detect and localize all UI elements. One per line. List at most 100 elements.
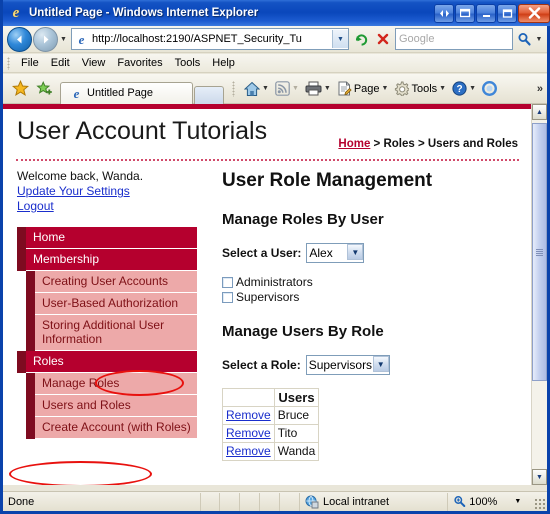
remove-link[interactable]: Remove: [226, 426, 271, 440]
back-button[interactable]: [7, 26, 32, 52]
maximize-button[interactable]: [497, 3, 517, 23]
address-dropdown-icon[interactable]: ▼: [332, 30, 348, 48]
page-caret-icon[interactable]: ▼: [382, 85, 389, 92]
sidebar-item-label: Membership: [26, 249, 197, 271]
sidebar-item-manage-roles[interactable]: Manage Roles: [17, 373, 197, 395]
page-label: Page: [353, 82, 380, 95]
zoom-control[interactable]: 100% ▼: [448, 493, 547, 511]
sidebar-item-label: Create Account (with Roles): [35, 417, 197, 439]
restore-window-button[interactable]: [455, 3, 475, 23]
checkbox-row-supervisors[interactable]: Supervisors: [222, 290, 522, 305]
menu-item-help[interactable]: Help: [206, 56, 241, 70]
svg-text:?: ?: [457, 84, 463, 95]
scrollbar-track[interactable]: [532, 120, 547, 469]
new-tab-button[interactable]: [194, 85, 224, 104]
feeds-button[interactable]: ▼: [272, 81, 302, 96]
tools-button[interactable]: Tools ▼: [391, 81, 449, 96]
table-header-users: Users: [273, 388, 320, 407]
menu-item-file[interactable]: File: [15, 56, 45, 70]
sidebar-item-roles[interactable]: Roles: [17, 351, 197, 373]
forward-button[interactable]: [33, 26, 58, 52]
search-dropdown-icon[interactable]: ▼: [535, 36, 543, 43]
status-slot-1: [201, 492, 221, 511]
scrollbar-grip-icon: [536, 248, 543, 256]
sidebar-item-user-based-authorization[interactable]: User-Based Authorization: [17, 293, 197, 315]
tools-label: Tools: [411, 82, 438, 95]
home-button[interactable]: ▼: [241, 81, 272, 97]
window-controls: [434, 3, 550, 23]
command-bar: e Untitled Page ▼ ▼ ▼ Page ▼ Tools ▼ ? ▼…: [3, 74, 547, 104]
search-box[interactable]: [395, 28, 513, 50]
sidebar-item-membership[interactable]: Membership: [17, 249, 197, 271]
scroll-down-button[interactable]: ▼: [532, 469, 547, 485]
search-input[interactable]: [396, 31, 512, 47]
address-input[interactable]: e http://localhost:2190/ASPNET_Security_…: [71, 28, 349, 50]
address-text: http://localhost:2190/ASPNET_Security_Tu: [92, 33, 302, 45]
stop-icon[interactable]: [372, 29, 393, 50]
sidebar-item-create-account-with-roles[interactable]: Create Account (with Roles): [17, 417, 197, 439]
refresh-icon[interactable]: [351, 29, 372, 50]
manage-roles-by-user-heading: Manage Roles By User: [222, 211, 384, 228]
scrollbar-thumb[interactable]: [532, 123, 547, 381]
add-to-favorites-icon[interactable]: [32, 77, 56, 101]
close-button[interactable]: [518, 3, 550, 23]
main-heading: User Role Management: [222, 170, 433, 191]
user-select[interactable]: Alex: [306, 243, 365, 263]
help-button[interactable]: ? ▼: [449, 81, 479, 96]
update-settings-link[interactable]: Update Your Settings: [17, 184, 197, 199]
history-dropdown-icon[interactable]: ▼: [58, 36, 69, 43]
checkbox-supervisors[interactable]: [222, 292, 233, 303]
restore-group-button[interactable]: [434, 3, 454, 23]
page-button[interactable]: Page ▼: [334, 81, 392, 96]
safety-button[interactable]: [479, 81, 500, 96]
zoom-caret-icon[interactable]: ▼: [514, 498, 521, 505]
select-role-label: Select a Role:: [222, 358, 301, 372]
command-overflow-icon[interactable]: »: [537, 83, 543, 95]
tools-caret-icon[interactable]: ▼: [439, 85, 446, 92]
title-bar: e Untitled Page - Windows Internet Explo…: [3, 0, 550, 26]
annotation-oval-remove-wanda: [9, 461, 152, 485]
welcome-message: Welcome back, Wanda.: [17, 169, 144, 183]
home-caret-icon[interactable]: ▼: [262, 85, 269, 92]
page-scrollbar[interactable]: ▲ ▼: [531, 104, 547, 485]
search-go-icon[interactable]: [513, 29, 535, 50]
breadcrumb-link-home[interactable]: Home: [338, 138, 370, 150]
menu-item-edit[interactable]: Edit: [45, 56, 76, 70]
help-caret-icon[interactable]: ▼: [469, 85, 476, 92]
table-row: Remove Bruce: [222, 406, 320, 425]
gear-icon: [395, 81, 410, 96]
checkbox-row-administrators[interactable]: Administrators: [222, 275, 522, 290]
remove-link[interactable]: Remove: [226, 444, 271, 458]
status-slot-2: [220, 492, 241, 511]
security-zone[interactable]: Local intranet: [300, 492, 449, 511]
tab-untitled-page[interactable]: e Untitled Page: [60, 81, 193, 104]
print-button[interactable]: ▼: [302, 81, 334, 96]
table-cell-user: Bruce: [273, 406, 320, 425]
menu-item-view[interactable]: View: [76, 56, 112, 70]
command-gripper-icon[interactable]: [232, 80, 235, 97]
checkbox-administrators[interactable]: [222, 277, 233, 288]
star-icon[interactable]: [8, 77, 32, 101]
table-header-action: [222, 388, 275, 407]
ie-logo-icon: e: [12, 5, 20, 21]
scroll-up-button[interactable]: ▲: [532, 104, 547, 120]
nav-accent-bar: [17, 249, 26, 271]
blue-circle-icon: [482, 81, 498, 96]
tab-strip: e Untitled Page: [60, 74, 224, 104]
sidebar-item-creating-user-accounts[interactable]: Creating User Accounts: [17, 271, 197, 293]
menu-gripper-icon[interactable]: [7, 56, 10, 70]
table-cell-user: Tito: [273, 424, 320, 443]
minimize-button[interactable]: [476, 3, 496, 23]
sidebar-item-users-and-roles[interactable]: Users and Roles: [17, 395, 197, 417]
home-icon: [244, 81, 260, 96]
remove-link[interactable]: Remove: [226, 408, 271, 422]
logout-link[interactable]: Logout: [17, 199, 197, 214]
resize-grip-icon[interactable]: [534, 498, 546, 510]
menu-item-tools[interactable]: Tools: [169, 56, 207, 70]
sidebar-item-home[interactable]: Home: [17, 227, 197, 249]
sidebar-item-storing-additional-user-information[interactable]: Storing Additional User Information: [17, 315, 197, 351]
sidebar-item-label: Home: [26, 227, 197, 249]
menu-item-favorites[interactable]: Favorites: [111, 56, 168, 70]
print-caret-icon[interactable]: ▼: [324, 85, 331, 92]
role-select[interactable]: Supervisors: [305, 355, 390, 375]
